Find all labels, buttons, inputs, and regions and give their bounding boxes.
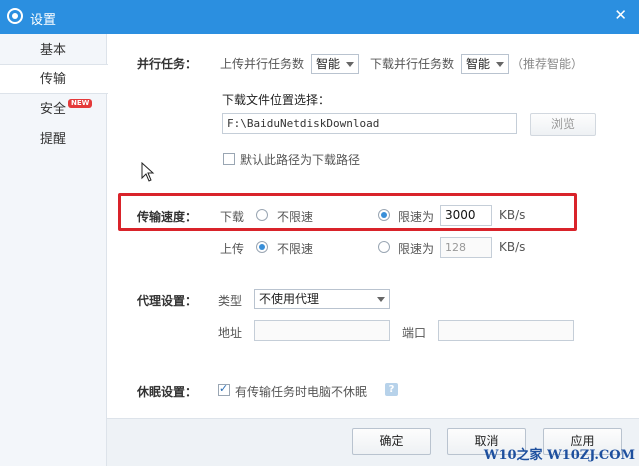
download-parallel-label: 下载并行任务数 (370, 57, 455, 71)
download-unlimited-label: 不限速 (277, 210, 314, 224)
download-path-input[interactable]: F:\BaiduNetdiskDownload (222, 113, 517, 134)
download-limit-input[interactable]: 3000 (440, 205, 492, 226)
mouse-cursor-icon (141, 162, 155, 182)
download-location-label: 下载文件位置选择： (222, 93, 331, 107)
proxy-type-value: 不使用代理 (259, 292, 320, 306)
sidebar-item-label: 基本 (40, 43, 67, 58)
default-path-checkbox[interactable] (223, 153, 235, 165)
sidebar: 基本 传输 安全 NEW 提醒 (0, 34, 108, 466)
proxy-address-input[interactable] (254, 320, 390, 341)
upload-unit-label: KB/s (499, 240, 526, 254)
new-badge: NEW (68, 99, 93, 108)
proxy-type-label: 类型 (218, 294, 243, 308)
download-limit-label: 限速为 (398, 210, 435, 224)
transfer-speed-label: 传输速度： (137, 210, 198, 224)
upload-speed-label: 上传 (220, 242, 245, 256)
proxy-address-label: 地址 (218, 326, 243, 340)
upload-unlimited-radio[interactable] (256, 241, 268, 253)
download-unit-label: KB/s (499, 208, 526, 222)
help-icon[interactable]: ? (385, 383, 398, 396)
prevent-sleep-checkbox[interactable] (218, 382, 230, 396)
proxy-port-label: 端口 (402, 326, 427, 340)
proxy-settings-label: 代理设置： (137, 294, 198, 308)
download-unlimited-radio[interactable] (256, 209, 268, 221)
upload-parallel-label: 上传并行任务数 (220, 57, 305, 71)
sidebar-item-basic[interactable]: 基本 (0, 36, 106, 66)
prevent-sleep-label: 有传输任务时电脑不休眠 (235, 385, 368, 399)
parallel-tasks-label: 并行任务： (137, 57, 198, 71)
upload-limit-input[interactable]: 128 (440, 237, 492, 258)
sidebar-item-security[interactable]: 安全 NEW (0, 95, 106, 125)
close-icon[interactable]: ✕ (614, 6, 627, 24)
sleep-settings-label: 休眠设置： (137, 385, 198, 399)
download-speed-label: 下载 (220, 210, 245, 224)
recommend-hint: （推荐智能） (511, 57, 584, 71)
download-parallel-value: 智能 (466, 57, 491, 71)
watermark: W10之家 W10ZJ.COM (483, 448, 635, 463)
sidebar-item-label: 安全 (40, 102, 67, 117)
default-path-label: 默认此路径为下载路径 (240, 153, 361, 167)
sidebar-item-transfer[interactable]: 传输 (0, 64, 108, 94)
settings-gear-icon (7, 8, 23, 24)
sidebar-item-label: 传输 (40, 72, 67, 87)
chevron-down-icon (346, 62, 354, 67)
sidebar-item-reminder[interactable]: 提醒 (0, 125, 106, 155)
proxy-port-input[interactable] (438, 320, 574, 341)
window-title: 设置 (30, 13, 57, 28)
chevron-down-icon (496, 62, 504, 67)
upload-parallel-value: 智能 (316, 57, 341, 71)
proxy-type-select[interactable]: 不使用代理 (254, 289, 390, 309)
download-limit-radio[interactable] (378, 209, 390, 221)
upload-unlimited-label: 不限速 (277, 242, 314, 256)
ok-button[interactable]: 确定 (352, 428, 431, 455)
chevron-down-icon (377, 297, 385, 302)
sidebar-item-label: 提醒 (40, 132, 67, 147)
browse-button[interactable]: 浏览 (530, 113, 596, 136)
upload-limit-label: 限速为 (398, 242, 435, 256)
title-bar: 设置 ✕ (0, 0, 639, 34)
upload-limit-radio[interactable] (378, 241, 390, 253)
upload-parallel-select[interactable]: 智能 (311, 54, 359, 74)
download-parallel-select[interactable]: 智能 (461, 54, 509, 74)
